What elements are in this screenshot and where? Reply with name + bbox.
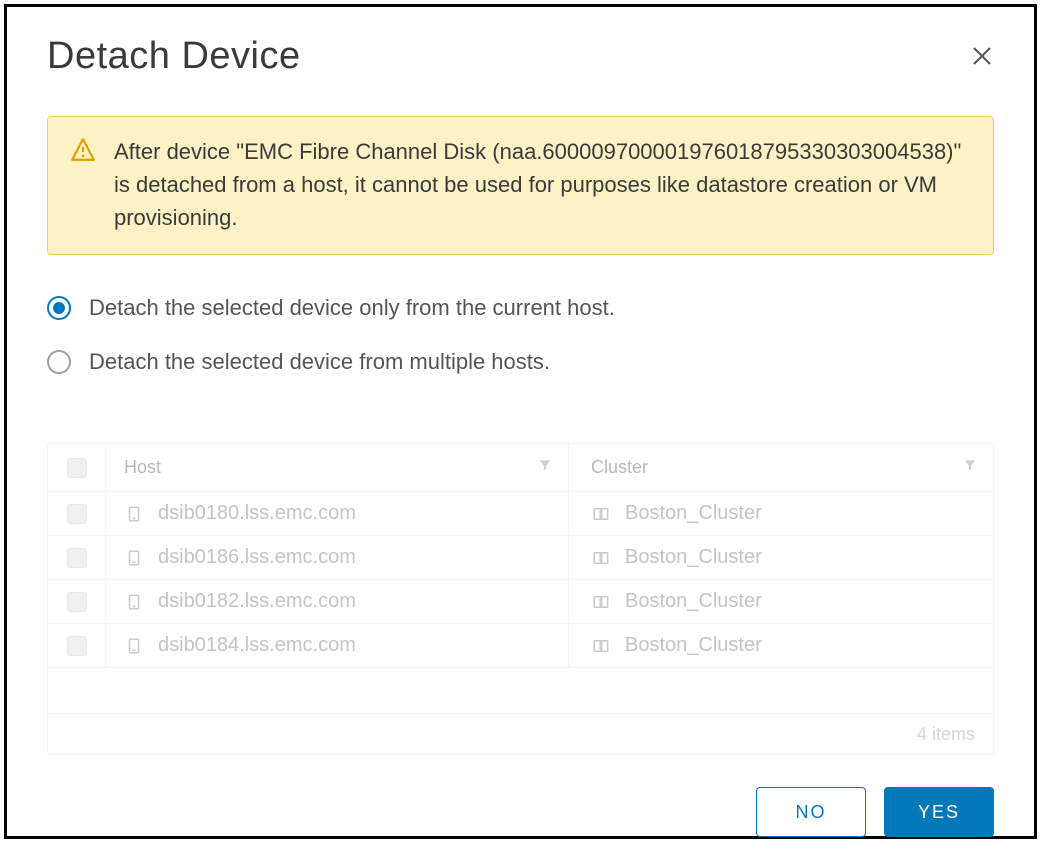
radio-button-icon — [47, 350, 71, 374]
host-name: dsib0182.lss.emc.com — [158, 590, 356, 613]
yes-button[interactable]: YES — [884, 787, 994, 837]
item-count: 4 items — [917, 724, 975, 745]
hosts-table: Host Cluster dsib0180.lss.emc.com Boston — [47, 443, 994, 755]
cluster-name: Boston_Cluster — [625, 546, 762, 569]
table-row[interactable]: dsib0184.lss.emc.com Boston_Cluster — [48, 624, 993, 668]
host-name: dsib0186.lss.emc.com — [158, 546, 356, 569]
radio-button-icon — [47, 296, 71, 320]
filter-icon[interactable] — [538, 458, 552, 477]
row-checkbox[interactable] — [48, 492, 106, 535]
close-button[interactable] — [970, 35, 994, 73]
close-icon — [970, 44, 994, 68]
row-checkbox[interactable] — [48, 536, 106, 579]
table-header-row: Host Cluster — [48, 444, 993, 492]
radio-current-host[interactable]: Detach the selected device only from the… — [47, 295, 994, 321]
table-row[interactable]: dsib0186.lss.emc.com Boston_Cluster — [48, 536, 993, 580]
no-button[interactable]: NO — [756, 787, 866, 837]
column-header-host[interactable]: Host — [106, 444, 569, 491]
host-icon — [124, 504, 144, 524]
dialog-actions: NO YES — [47, 765, 994, 837]
radio-label: Detach the selected device from multiple… — [89, 349, 550, 375]
select-all-checkbox[interactable] — [48, 444, 106, 491]
cluster-icon — [591, 504, 611, 524]
cluster-name: Boston_Cluster — [625, 634, 762, 657]
table-row[interactable]: dsib0180.lss.emc.com Boston_Cluster — [48, 492, 993, 536]
cluster-name: Boston_Cluster — [625, 502, 762, 525]
detach-scope-radio-group: Detach the selected device only from the… — [47, 295, 994, 403]
row-checkbox[interactable] — [48, 580, 106, 623]
cluster-icon — [591, 548, 611, 568]
filter-icon[interactable] — [963, 458, 977, 477]
warning-banner: After device "EMC Fibre Channel Disk (na… — [47, 116, 994, 255]
table-empty-row — [48, 668, 993, 714]
dialog-header: Detach Device — [47, 35, 994, 78]
table-row[interactable]: dsib0182.lss.emc.com Boston_Cluster — [48, 580, 993, 624]
warning-text: After device "EMC Fibre Channel Disk (na… — [114, 135, 971, 234]
radio-label: Detach the selected device only from the… — [89, 295, 615, 321]
cluster-icon — [591, 636, 611, 656]
host-icon — [124, 592, 144, 612]
row-checkbox[interactable] — [48, 624, 106, 667]
column-header-cluster[interactable]: Cluster — [569, 444, 993, 491]
detach-device-dialog: Detach Device After device "EMC Fibre Ch… — [4, 4, 1037, 839]
host-icon — [124, 548, 144, 568]
host-name: dsib0184.lss.emc.com — [158, 634, 356, 657]
cluster-icon — [591, 592, 611, 612]
cluster-name: Boston_Cluster — [625, 590, 762, 613]
host-icon — [124, 636, 144, 656]
host-name: dsib0180.lss.emc.com — [158, 502, 356, 525]
warning-icon — [70, 137, 96, 163]
dialog-title: Detach Device — [47, 35, 301, 78]
table-footer: 4 items — [48, 714, 993, 754]
radio-multiple-hosts[interactable]: Detach the selected device from multiple… — [47, 349, 994, 375]
